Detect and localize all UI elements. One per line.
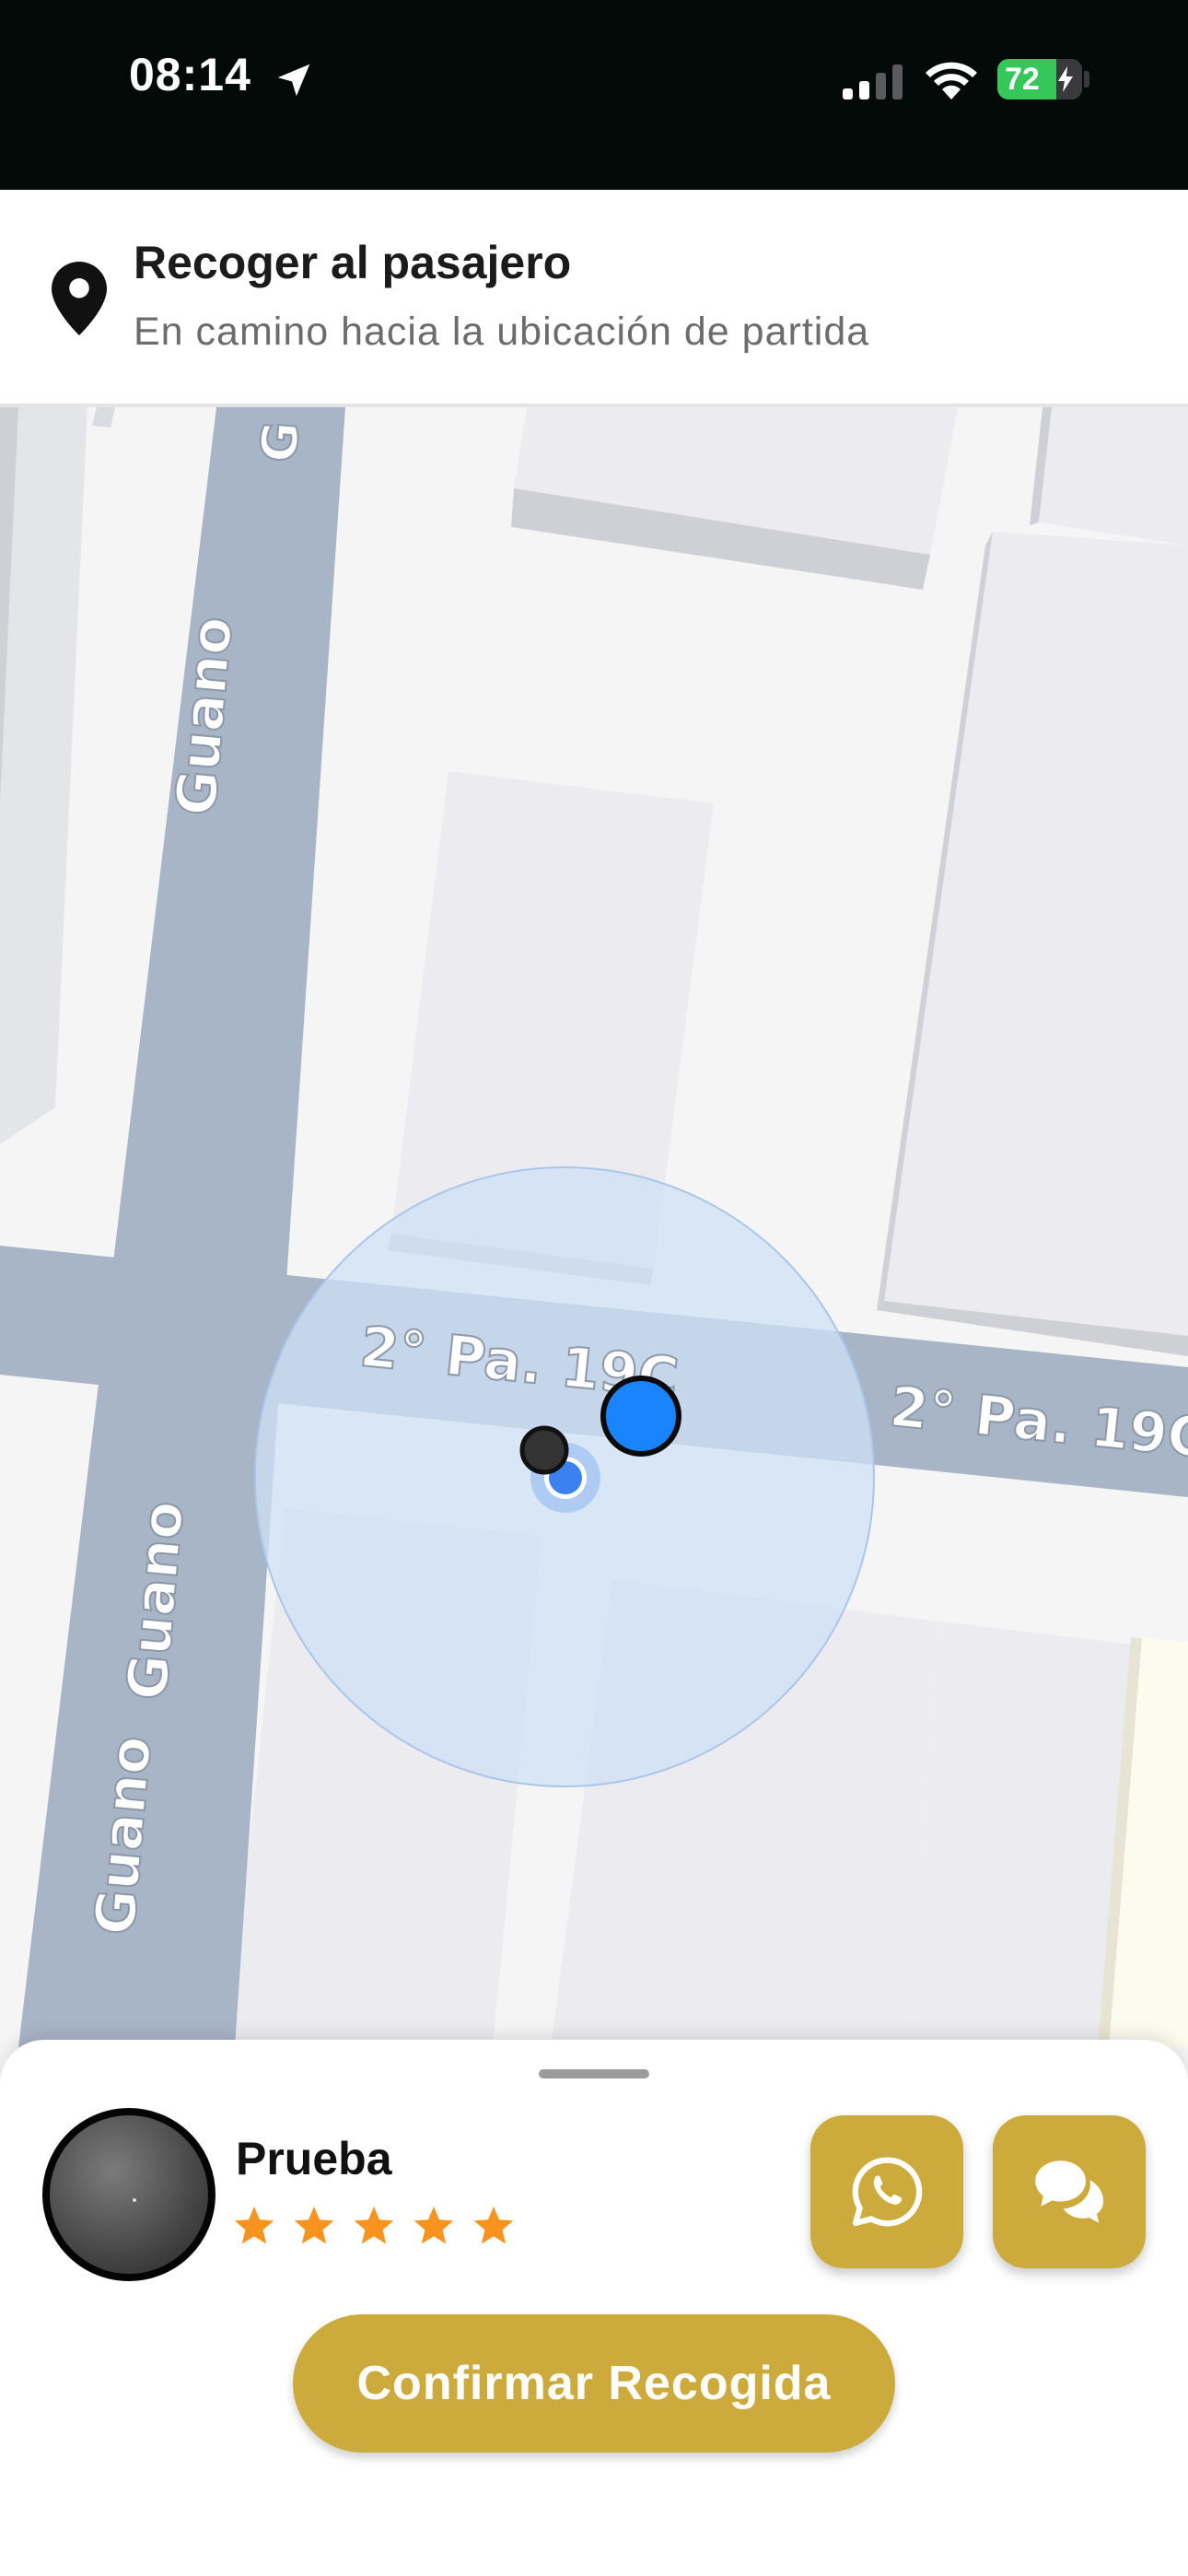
star-icon — [473, 2207, 514, 2244]
status-bar: 08:14 72 — [0, 0, 1188, 190]
star-icon — [294, 2207, 334, 2244]
battery-charging-icon: 72 — [997, 59, 1082, 100]
star-icon — [234, 2207, 274, 2244]
header-title: Recoger al pasajero — [134, 237, 572, 288]
star-icon — [413, 2207, 454, 2244]
whatsapp-button[interactable] — [810, 2115, 963, 2268]
trip-status-header: Recoger al pasajero En camino hacia la u… — [0, 190, 1188, 407]
sheet-drag-handle[interactable] — [539, 2069, 649, 2078]
street-label-vertical-top: G — [249, 418, 312, 466]
star-icon — [354, 2207, 394, 2244]
map-pin-icon — [52, 262, 107, 335]
cellular-signal-icon — [843, 64, 903, 100]
chat-button[interactable] — [993, 2115, 1146, 2268]
chat-bubbles-icon — [1035, 2160, 1104, 2223]
location-arrow-icon — [277, 64, 310, 97]
rating-stars — [232, 2204, 516, 2248]
whatsapp-icon — [852, 2157, 923, 2227]
status-time: 08:14 — [129, 49, 251, 100]
avatar — [42, 2108, 215, 2281]
confirm-pickup-button[interactable]: Confirmar Recogida — [293, 2314, 895, 2453]
charging-bolt-icon — [1058, 66, 1073, 92]
header-subtitle: En camino hacia la ubicación de partida — [134, 310, 870, 354]
battery-level: 72 — [1005, 61, 1040, 97]
passenger-name: Prueba — [236, 2133, 392, 2184]
passenger-bottom-sheet: Prueba Confirmar Recogida — [0, 2040, 1188, 2576]
battery-cap — [1084, 71, 1089, 88]
location-accuracy-circle — [254, 1166, 875, 1787]
wifi-icon — [926, 62, 977, 100]
map-view[interactable]: G Guano Guano Guano 2° Pa. 19C 2° Pa. 19… — [0, 407, 1188, 2047]
